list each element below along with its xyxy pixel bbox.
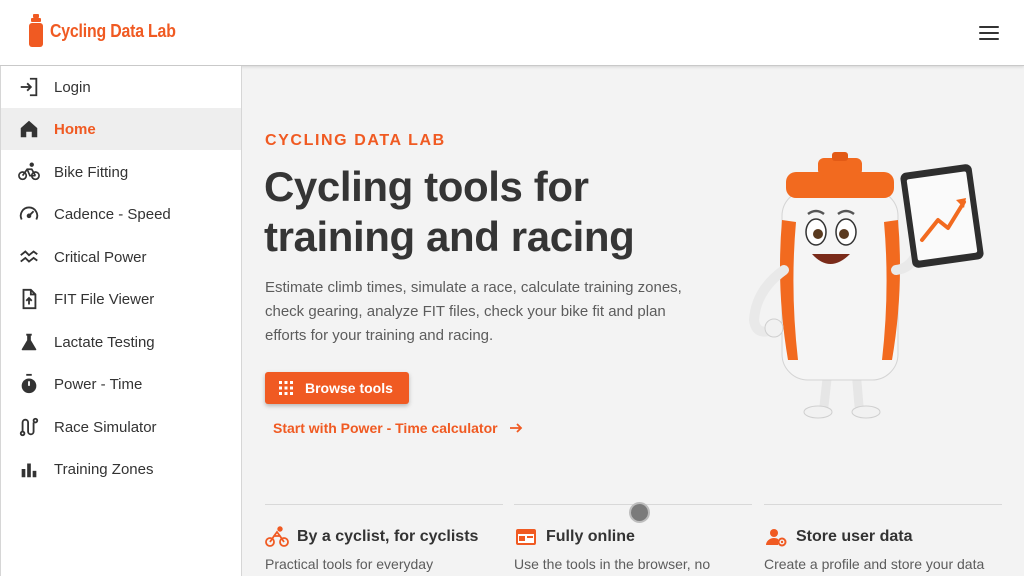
power-time-link-label: Start with Power - Time calculator bbox=[273, 420, 498, 436]
sidebar-item-label: Login bbox=[54, 78, 91, 96]
feature-title: Store user data bbox=[764, 525, 912, 549]
stopwatch-icon bbox=[21, 373, 37, 394]
menu-line bbox=[979, 38, 999, 40]
power-time-link[interactable]: Start with Power - Time calculator bbox=[273, 420, 524, 436]
sidebar-item-label: Home bbox=[54, 120, 96, 138]
sidebar-item-label: Training Zones bbox=[54, 460, 154, 478]
feature-title-text: Store user data bbox=[796, 528, 913, 545]
page-title: Cycling tools for training and racing bbox=[264, 163, 635, 260]
sidebar-item-label: Race Simulator bbox=[54, 418, 157, 436]
power-curve-icon bbox=[20, 250, 38, 263]
sidebar-item-label: Power - Time bbox=[54, 375, 143, 393]
sidebar-item-training-zones[interactable]: Training Zones bbox=[1, 448, 241, 490]
arrow-right-icon bbox=[509, 423, 522, 433]
sidebar-item-critical-power[interactable]: Critical Power bbox=[1, 236, 241, 278]
sidebar-item-label: Bike Fitting bbox=[54, 163, 129, 181]
hero-eyebrow: CYCLING DATA LAB bbox=[265, 132, 446, 149]
feature-by-cyclist: By a cyclist, for cyclists Practical too… bbox=[265, 504, 503, 572]
feature-title: By a cyclist, for cyclists bbox=[265, 525, 478, 549]
feature-text: Create a profile and store your data bbox=[764, 556, 985, 572]
sidebar-nav: Login Home Bike Fitting Cadence - Speed … bbox=[0, 66, 242, 576]
user-settings-icon bbox=[766, 529, 787, 547]
menu-line bbox=[979, 32, 999, 34]
hamburger-menu-icon[interactable] bbox=[976, 22, 1002, 44]
sidebar-item-login[interactable]: Login bbox=[1, 66, 241, 108]
sidebar-item-lactate-testing[interactable]: Lactate Testing bbox=[1, 321, 241, 363]
bar-chart-icon bbox=[21, 463, 37, 478]
menu-line bbox=[979, 26, 999, 28]
bottle-mascot-illustration bbox=[748, 152, 984, 419]
feature-text: Practical tools for everyday bbox=[265, 556, 434, 572]
browser-window-icon bbox=[516, 529, 536, 545]
file-upload-icon bbox=[22, 288, 37, 310]
feature-store-user-data: Store user data Create a profile and sto… bbox=[764, 504, 1002, 572]
brand-logo[interactable]: Cycling Data Lab bbox=[28, 14, 193, 48]
brand-name: Cycling Data Lab bbox=[50, 20, 176, 41]
route-icon bbox=[19, 417, 39, 437]
browse-tools-button[interactable]: Browse tools bbox=[265, 372, 409, 404]
feature-title-text: By a cyclist, for cyclists bbox=[297, 528, 479, 545]
flask-icon bbox=[21, 333, 37, 351]
sidebar-item-label: FIT File Viewer bbox=[54, 290, 155, 308]
water-bottle-icon bbox=[29, 14, 43, 47]
cyclist-icon bbox=[265, 526, 289, 547]
main-content: CYCLING DATA LAB Cycling tools for train… bbox=[242, 66, 1024, 576]
sidebar-item-label: Cadence - Speed bbox=[54, 205, 171, 223]
top-app-bar: Cycling Data Lab bbox=[0, 0, 1024, 66]
sidebar-item-power-time[interactable]: Power - Time bbox=[1, 363, 241, 405]
sidebar-item-label: Lactate Testing bbox=[54, 333, 155, 351]
bicycle-icon bbox=[18, 162, 40, 181]
grid-icon bbox=[279, 381, 293, 395]
sidebar-item-home[interactable]: Home bbox=[1, 108, 241, 150]
login-icon bbox=[20, 77, 38, 97]
feature-title: Fully online bbox=[514, 525, 635, 549]
browse-tools-label: Browse tools bbox=[305, 380, 393, 396]
sidebar-item-race-simulator[interactable]: Race Simulator bbox=[1, 406, 241, 448]
speedometer-icon bbox=[19, 206, 39, 220]
feature-title-text: Fully online bbox=[546, 528, 635, 545]
sidebar-item-cadence-speed[interactable]: Cadence - Speed bbox=[1, 193, 241, 235]
sidebar-item-label: Critical Power bbox=[54, 248, 147, 266]
hero-description: Estimate climb times, simulate a race, c… bbox=[265, 279, 682, 344]
home-icon bbox=[20, 120, 38, 138]
feature-text: Use the tools in the browser, no bbox=[514, 556, 711, 572]
sidebar-item-fit-file-viewer[interactable]: FIT File Viewer bbox=[1, 278, 241, 320]
sidebar-item-bike-fitting[interactable]: Bike Fitting bbox=[1, 151, 241, 193]
pointer-indicator bbox=[629, 502, 650, 523]
